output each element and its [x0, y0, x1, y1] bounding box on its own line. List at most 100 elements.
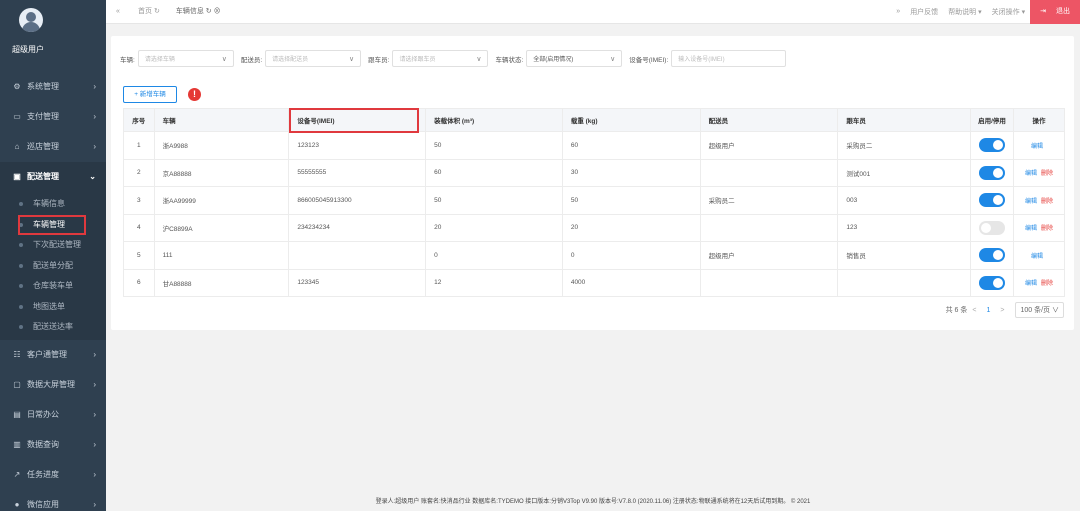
edit-link[interactable]: 编辑 [1025, 226, 1037, 232]
submenu-item-label: 下次配送管理 [33, 240, 81, 249]
cell-load: 4000 [561, 268, 701, 297]
user-profile[interactable]: 超级用户 [0, 0, 106, 72]
menu-icon: ☷ [13, 349, 21, 359]
driver-select[interactable]: 请选择配送员 ∨ [265, 50, 362, 67]
tabs-scroll-right-icon[interactable]: » [891, 8, 905, 15]
cell-enabled [970, 213, 1014, 242]
sidebar-item[interactable]: ● 微信应用 › [0, 490, 106, 511]
filter-label-escort: 跟车员: [368, 56, 390, 64]
delete-link[interactable]: 删除 [1041, 226, 1053, 232]
prev-page-button[interactable]: < [972, 307, 976, 314]
pagination: 共 6 条 < 1 > 100 条/页 ∨ [946, 302, 1064, 318]
enable-toggle[interactable] [978, 220, 1005, 235]
delete-link[interactable]: 删除 [1041, 281, 1053, 287]
filter-label-imei: 设备号(IMEI): [629, 56, 669, 64]
sidebar-item[interactable]: ▢ 数据大屏管理 › [0, 370, 106, 400]
submenu-item[interactable]: 配送送达率 [0, 317, 106, 338]
cell-enabled [970, 158, 1014, 187]
page-size-select[interactable]: 100 条/页 ∨ [1015, 302, 1064, 318]
cell-vehicle: 111 [153, 241, 290, 270]
logout-icon: ⇥ [1040, 7, 1046, 15]
submenu-item[interactable]: 仓库装车单 [0, 276, 106, 297]
sidebar-item[interactable]: ▭ 支付管理 › [0, 102, 106, 132]
cell-imei: 866005045913300 [288, 186, 427, 215]
cell-no: 4 [123, 213, 155, 242]
help-dropdown[interactable]: 帮助说明 ▾ [943, 7, 986, 17]
tab-home-label: 首页 [138, 7, 152, 15]
logout-button[interactable]: ⇥ 退出 [1030, 0, 1080, 24]
cell-vehicle: 浙AA99999 [153, 186, 290, 215]
edit-link[interactable]: 编辑 [1025, 171, 1037, 177]
sidebar-item[interactable]: ↗ 任务进度 › [0, 460, 106, 490]
chevron-right-icon: › [93, 379, 96, 389]
imei-input-placeholder: 输入设备号(IMEI) [678, 57, 725, 63]
sidebar-menu: ⚙ 系统管理 › ▭ 支付管理 › ⌂ 巡店管理 › ▣ 配送管理 ⌄ 车辆信息 车辆管理下次配送管理配送… [0, 72, 106, 511]
edit-link[interactable]: 编辑 [1025, 199, 1037, 205]
cell-volume: 20 [425, 213, 563, 242]
cell-vehicle: 甘A88888 [153, 268, 290, 297]
imei-input[interactable]: 输入设备号(IMEI) [671, 50, 787, 67]
sidebar-item[interactable]: ▣ 配送管理 ⌄ [0, 162, 106, 192]
cell-load: 20 [561, 213, 701, 242]
table-row: 1 浙A9988 123123 50 60 超级用户 采购员二 编辑 [123, 131, 1066, 160]
enable-toggle[interactable] [978, 193, 1005, 208]
enable-toggle[interactable] [978, 248, 1005, 263]
delete-link[interactable]: 删除 [1041, 199, 1053, 205]
sidebar-item[interactable]: ⚙ 系统管理 › [0, 72, 106, 102]
col-header-driver: 配送员 [699, 108, 839, 132]
chevron-down-icon: ∨ [349, 55, 355, 63]
escort-select[interactable]: 请选择跟车员 ∨ [392, 50, 489, 67]
vehicle-table: 序号 车辆 设备号(IMEI) 装载体积 (m³) 载重 (kg) 配送员 跟车… [123, 108, 1066, 297]
tab-home[interactable]: 首页 ↻ [130, 0, 168, 24]
sidebar-item-label: 数据查询 [27, 439, 59, 449]
status-select[interactable]: 全部(启用情况) ∨ [526, 50, 623, 67]
sidebar-item[interactable]: ⌂ 巡店管理 › [0, 132, 106, 162]
sidebar-item-label: 系统管理 [27, 82, 59, 91]
sidebar-item-label: 客户通管理 [27, 349, 67, 359]
chevron-right-icon: › [93, 112, 96, 121]
col-header-enabled: 启用/停用 [970, 108, 1014, 132]
submenu-item[interactable]: 配送单分配 [0, 256, 106, 277]
refresh-icon[interactable]: ↻ [206, 8, 212, 15]
edit-link[interactable]: 编辑 [1025, 281, 1037, 287]
table-header-row: 序号 车辆 设备号(IMEI) 装载体积 (m³) 载重 (kg) 配送员 跟车… [123, 108, 1066, 133]
add-vehicle-button[interactable]: + 新增车辆 [123, 86, 177, 103]
chevron-down-icon: ∨ [221, 55, 227, 63]
sidebar-item-label: 巡店管理 [27, 142, 59, 151]
refresh-icon[interactable]: ↻ [154, 8, 160, 15]
enable-toggle[interactable] [978, 138, 1005, 153]
vehicle-select[interactable]: 请选择车辆 ∨ [137, 50, 234, 67]
enable-toggle[interactable] [978, 275, 1005, 290]
enable-toggle[interactable] [978, 165, 1005, 180]
close-tab-icon[interactable]: ⊗ [214, 8, 221, 15]
tab-vehicle-info[interactable]: 车辆信息 ↻ ⊗ [168, 0, 229, 24]
user-name: 超级用户 [12, 45, 44, 54]
cell-enabled [970, 268, 1014, 297]
delete-link[interactable]: 删除 [1041, 171, 1053, 177]
sidebar-item[interactable]: ▤ 日常办公 › [0, 400, 106, 430]
submenu-item[interactable]: 车辆管理 [0, 214, 106, 236]
chevron-down-icon: ⌄ [89, 172, 96, 181]
tabs-scroll-left-icon[interactable]: « [106, 8, 130, 15]
imei-highlight-box [289, 108, 420, 133]
sidebar-item[interactable]: ▥ 数据查询 › [0, 430, 106, 460]
table-row: 3 浙AA99999 866005045913300 50 50 采购员二 003 编辑 删除 [123, 186, 1066, 215]
cell-actions: 编辑 [1012, 131, 1066, 160]
cell-volume: 50 [425, 131, 563, 160]
submenu-item[interactable]: 车辆信息 [0, 194, 106, 215]
edit-link[interactable]: 编辑 [1031, 144, 1043, 150]
cell-escort: 123 [837, 213, 972, 242]
warning-icon[interactable]: ! [188, 88, 201, 101]
edit-link[interactable]: 编辑 [1031, 254, 1043, 260]
cell-driver [699, 213, 839, 242]
delivery-submenu: 车辆信息 车辆管理下次配送管理配送单分配 仓库装车单 地图选单 配送送达率 [0, 192, 106, 340]
close-ops-dropdown[interactable]: 关闭操作 ▾ [987, 7, 1030, 17]
driver-select-value: 请选择配送员 [272, 57, 309, 63]
next-page-button[interactable]: > [1000, 307, 1004, 314]
cell-vehicle: 浙A9988 [153, 131, 290, 160]
submenu-item[interactable]: 地图选单 [0, 297, 106, 318]
feedback-link[interactable]: 用户反馈 [905, 7, 943, 17]
submenu-item[interactable]: 下次配送管理 [0, 235, 106, 256]
page-number[interactable]: 1 [986, 307, 990, 314]
sidebar-item[interactable]: ☷ 客户通管理 › [0, 340, 106, 370]
